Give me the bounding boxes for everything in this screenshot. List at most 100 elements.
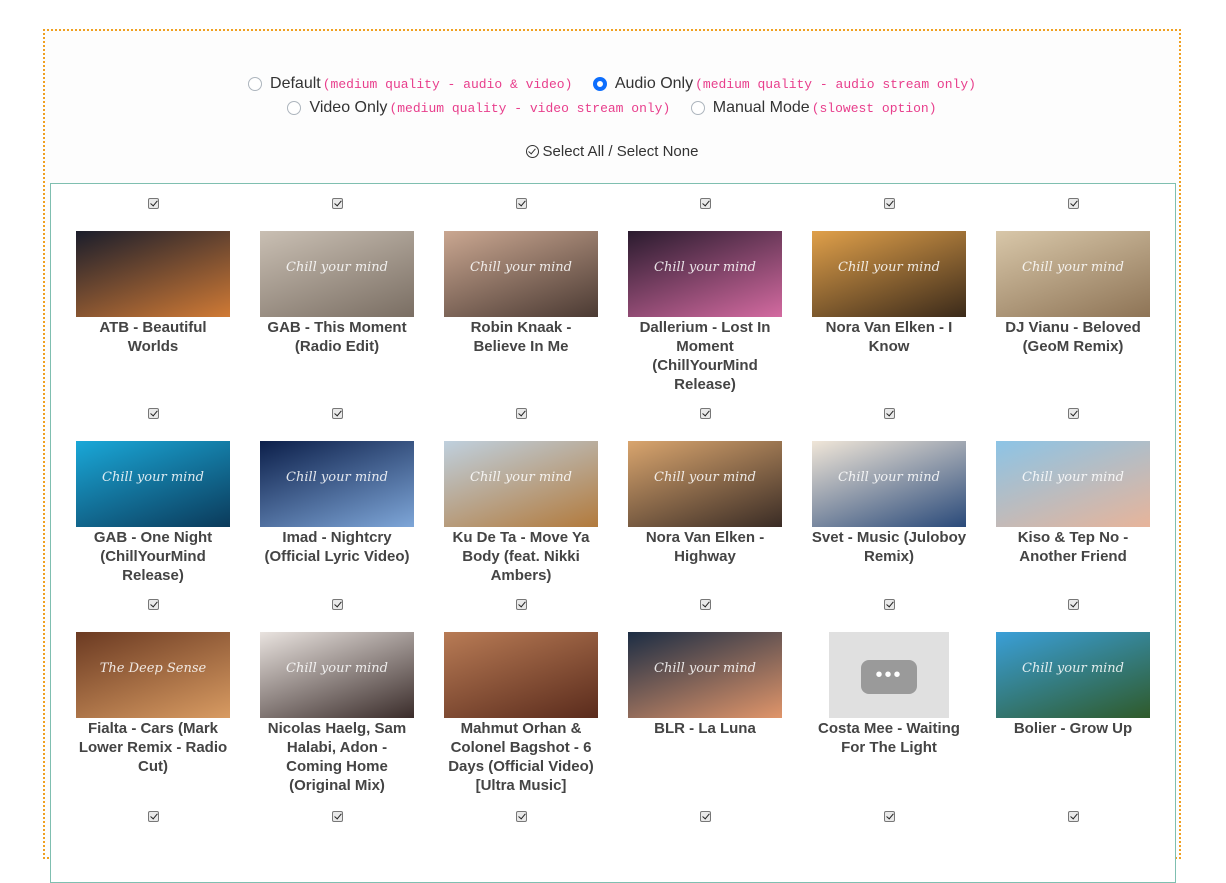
video-thumbnail[interactable]: Chill your mind [628, 231, 782, 317]
video-checkbox[interactable] [1067, 198, 1079, 209]
video-title: Imad - Nightcry (Official Lyric Video) [264, 529, 410, 565]
video-title: Kiso & Tep No - Another Friend [1017, 529, 1129, 565]
video-checkbox[interactable] [699, 408, 711, 419]
video-tile [625, 811, 785, 822]
channel-watermark-logo: The Deep Sense [99, 661, 207, 676]
video-tile: Chill your mind Nicolas Haelg, Sam Halabi… [257, 599, 417, 795]
video-checkbox[interactable] [515, 408, 527, 419]
mode-audio-only-label: Audio Only [614, 75, 694, 92]
video-checkbox[interactable] [699, 599, 711, 610]
video-title: ATB - Beautiful Worlds [99, 319, 207, 355]
channel-watermark-logo: Chill your mind [470, 470, 572, 485]
check-circle-icon [525, 145, 539, 158]
video-thumbnail[interactable]: Chill your mind [76, 441, 230, 527]
video-checkbox[interactable] [147, 811, 159, 822]
video-checkbox[interactable] [699, 811, 711, 822]
radio-video-only[interactable] [287, 101, 302, 115]
video-thumbnail[interactable] [76, 231, 230, 317]
video-title: Robin Knaak - Believe In Me [470, 319, 572, 355]
radio-manual[interactable] [690, 101, 705, 115]
video-checkbox[interactable] [883, 408, 895, 419]
video-tile: Chill your mind Robin Knaak - Believe In … [441, 198, 601, 356]
video-tile [993, 811, 1153, 822]
video-thumbnail[interactable]: Chill your mind [812, 441, 966, 527]
video-checkbox[interactable] [515, 811, 527, 822]
channel-watermark-logo: Chill your mind [654, 661, 756, 676]
video-checkbox[interactable] [147, 599, 159, 610]
channel-watermark-logo: Chill your mind [286, 260, 388, 275]
video-thumbnail[interactable]: Chill your mind [628, 632, 782, 718]
video-title: GAB - This Moment (Radio Edit) [267, 319, 407, 355]
video-thumbnail[interactable]: Chill your mind [260, 441, 414, 527]
video-tile: Chill your mind Kiso & Tep No - Another F… [993, 408, 1153, 566]
video-checkbox[interactable] [147, 408, 159, 419]
video-tile: ATB - Beautiful Worlds [73, 198, 233, 356]
channel-watermark-logo: Chill your mind [1022, 470, 1124, 485]
video-checkbox[interactable] [515, 599, 527, 610]
mode-video-only[interactable]: Video Only (medium quality - video strea… [287, 99, 670, 117]
channel-watermark-logo: Chill your mind [470, 260, 572, 275]
video-title: Dallerium - Lost In Moment (ChillYourMin… [639, 319, 771, 393]
video-title: Bolier - Grow Up [1013, 720, 1133, 737]
mode-manual[interactable]: Manual Mode (slowest option) [690, 99, 937, 117]
video-checkbox[interactable] [883, 811, 895, 822]
video-checkbox[interactable] [331, 408, 343, 419]
video-title: Svet - Music (Juloboy Remix) [811, 529, 967, 565]
video-checkbox[interactable] [1067, 811, 1079, 822]
video-title: Nicolas Haelg, Sam Halabi, Adon - Coming… [267, 720, 407, 794]
video-checkbox[interactable] [1067, 408, 1079, 419]
video-title: DJ Vianu - Beloved (GeoM Remix) [1005, 319, 1141, 355]
video-tile: Chill your mind Nora Van Elken - I Know [809, 198, 969, 356]
video-tile [257, 811, 417, 822]
video-thumbnail[interactable]: Chill your mind [996, 441, 1150, 527]
video-title: Ku De Ta - Move Ya Body (feat. Nikki Amb… [452, 529, 590, 584]
mode-manual-hint: (slowest option) [811, 100, 937, 116]
video-checkbox[interactable] [883, 599, 895, 610]
video-thumbnail[interactable]: Chill your mind [628, 441, 782, 527]
channel-watermark-logo: Chill your mind [838, 470, 940, 485]
video-title: GAB - One Night (ChillYourMind Release) [93, 529, 213, 584]
channel-watermark-logo: Chill your mind [286, 470, 388, 485]
video-checkbox[interactable] [1067, 599, 1079, 610]
video-thumbnail[interactable]: Chill your mind [260, 231, 414, 317]
channel-watermark-logo: Chill your mind [102, 470, 204, 485]
select-all-toggle[interactable]: Select All / Select None [45, 143, 1179, 160]
video-checkbox[interactable] [331, 599, 343, 610]
video-tile [441, 811, 601, 822]
video-checkbox[interactable] [699, 198, 711, 209]
video-title: Fialta - Cars (Mark Lower Remix - Radio … [78, 720, 228, 775]
video-tile: Chill your mind Bolier - Grow Up [993, 599, 1153, 738]
video-tile: The Deep Sense Fialta - Cars (Mark Lower … [73, 599, 233, 776]
video-grid: ATB - Beautiful Worlds Chill your mind GAB… [50, 183, 1176, 883]
video-thumbnail[interactable]: Chill your mind [996, 231, 1150, 317]
video-tile: Chill your mind Ku De Ta - Move Ya Body (… [441, 408, 601, 585]
mode-row-1: Default (medium quality - audio & video)… [45, 75, 1179, 96]
video-thumbnail[interactable]: Chill your mind [812, 231, 966, 317]
video-title: Nora Van Elken - I Know [825, 319, 953, 355]
video-thumbnail[interactable] [444, 632, 598, 718]
radio-default[interactable] [248, 77, 263, 91]
video-thumbnail[interactable]: Chill your mind [260, 632, 414, 718]
video-checkbox[interactable] [515, 198, 527, 209]
mode-default[interactable]: Default (medium quality - audio & video) [248, 75, 572, 93]
video-checkbox[interactable] [331, 811, 343, 822]
video-thumbnail[interactable]: Chill your mind [996, 632, 1150, 718]
video-thumbnail[interactable]: ••• [829, 632, 949, 718]
video-tile: Chill your mind Dallerium - Lost In Momen… [625, 198, 785, 394]
radio-audio-only[interactable] [592, 77, 607, 91]
video-title: Mahmut Orhan & Colonel Bagshot - 6 Days … [448, 720, 594, 794]
video-thumbnail[interactable]: Chill your mind [444, 231, 598, 317]
video-checkbox[interactable] [883, 198, 895, 209]
video-tile: ••• Costa Mee - Waiting For The Light [809, 599, 969, 757]
video-tile: Chill your mind Svet - Music (Juloboy Rem… [809, 408, 969, 566]
video-title: BLR - La Luna [654, 720, 756, 737]
video-thumbnail[interactable]: The Deep Sense [76, 632, 230, 718]
channel-watermark-logo: Chill your mind [286, 661, 388, 676]
video-thumbnail[interactable]: Chill your mind [444, 441, 598, 527]
video-checkbox[interactable] [147, 198, 159, 209]
channel-watermark-logo: Chill your mind [654, 260, 756, 275]
channel-watermark-logo: Chill your mind [1022, 661, 1124, 676]
mode-audio-only[interactable]: Audio Only (medium quality - audio strea… [592, 75, 976, 93]
mode-row-2: Video Only (medium quality - video strea… [45, 99, 1179, 120]
video-checkbox[interactable] [331, 198, 343, 209]
